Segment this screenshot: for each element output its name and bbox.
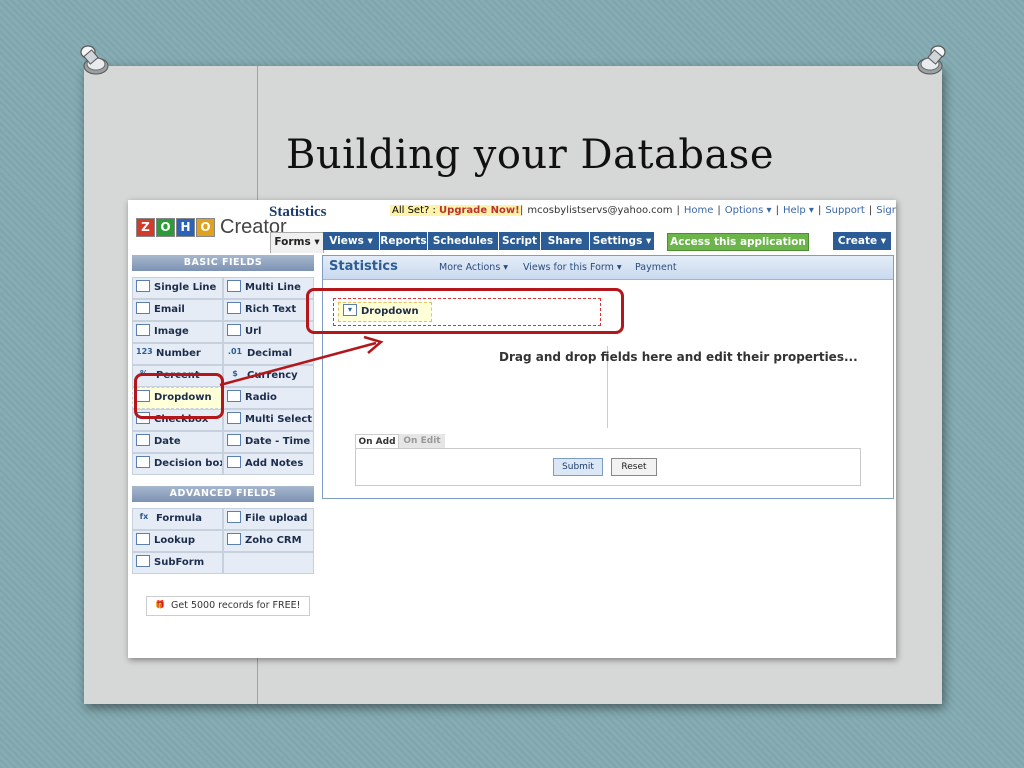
pushpin-right-icon <box>917 45 946 75</box>
zoho-creator-screenshot: Z O H O Creator Statistics All Set? : Up… <box>128 200 896 658</box>
slide-title: Building your Database <box>286 132 774 178</box>
drag-arrow <box>219 335 384 387</box>
pushpin-left-icon <box>80 45 109 75</box>
